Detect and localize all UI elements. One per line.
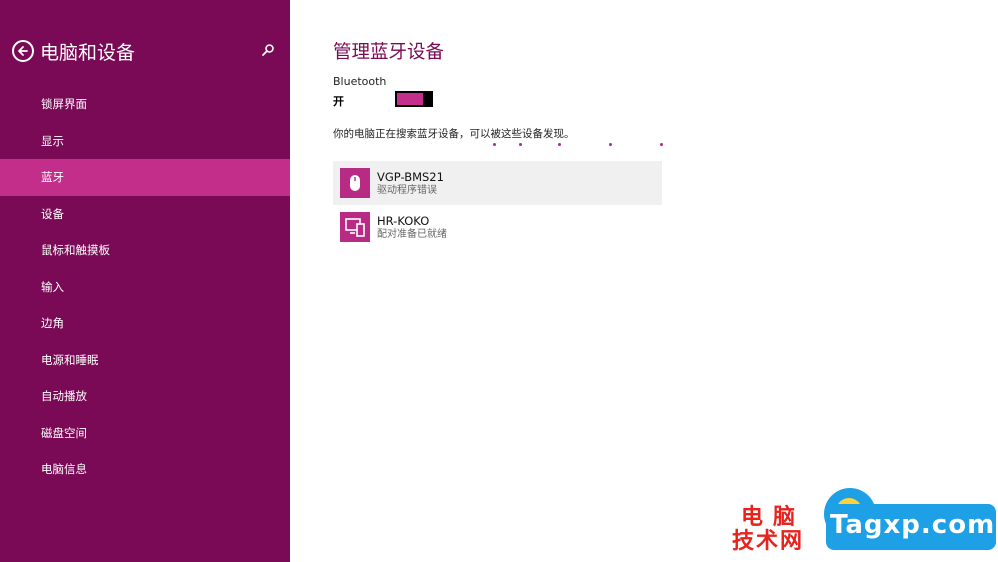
sidebar-title: 电脑和设备 <box>40 41 136 64</box>
sidebar-nav: 锁屏界面 显示 蓝牙 设备 鼠标和触摸板 输入 边角 电源和睡眠 自动播放 磁盘空间 电脑信息 <box>0 86 290 488</box>
device-status: 驱动程序错误 <box>377 184 437 196</box>
progress-dot <box>558 143 561 146</box>
progress-dot <box>493 143 496 146</box>
device-list: VGP-BMS21 驱动程序错误 HR-KOKO 配对准备已就绪 <box>333 161 662 249</box>
toggle-thumb[interactable] <box>423 91 433 107</box>
device-text: HR-KOKO 配对准备已就绪 <box>377 214 447 241</box>
device-name: HR-KOKO <box>377 213 430 228</box>
sidebar: 电脑和设备 锁屏界面 显示 蓝牙 设备 鼠标和触摸板 输入 边角 电源和睡眠 自动播放 磁盘空间电… <box>0 0 290 562</box>
back-button[interactable] <box>12 40 34 62</box>
phone-pc-icon <box>340 212 370 242</box>
sidebar-item-3[interactable]: 设备 <box>0 196 290 233</box>
progress-dot <box>519 143 522 146</box>
sidebar-item-9[interactable]: 磁盘空间 <box>0 415 290 452</box>
sidebar-item-0[interactable]: 锁屏界面 <box>0 86 290 123</box>
sidebar-item-2[interactable]: 蓝牙 <box>0 159 290 196</box>
sidebar-item-6[interactable]: 边角 <box>0 305 290 342</box>
sidebar-item-7[interactable]: 电源和睡眠 <box>0 342 290 379</box>
progress-dot <box>609 143 612 146</box>
page-title: 管理蓝牙设备 <box>333 42 445 63</box>
sidebar-header: 电脑和设备 <box>12 36 135 66</box>
bluetooth-state: 开 <box>333 95 344 108</box>
main-content: 管理蓝牙设备 Bluetooth 开 你的电脑正在搜索蓝牙设备，可以被这些设备发… <box>333 0 993 562</box>
bluetooth-toggle[interactable] <box>395 91 433 107</box>
device-status: 配对准备已就绪 <box>377 228 447 240</box>
watermark: 电脑 技术网 Tagxp.com <box>712 488 998 562</box>
search-message: 你的电脑正在搜索蓝牙设备，可以被这些设备发现。 <box>333 128 575 140</box>
search-icon <box>262 44 274 56</box>
progress-dot <box>660 143 663 146</box>
mouse-icon <box>340 168 370 198</box>
search-button[interactable] <box>260 42 276 58</box>
watermark-cn: 电脑 技术网 <box>712 506 824 554</box>
sidebar-item-4[interactable]: 鼠标和触摸板 <box>0 232 290 269</box>
watermark-cn-line2: 技术网 <box>731 529 804 554</box>
toggle-fill <box>397 93 423 105</box>
arrow-left-icon <box>18 46 28 56</box>
device-name: VGP-BMS21 <box>377 169 444 184</box>
bluetooth-label: Bluetooth <box>333 75 387 88</box>
watermark-site: Tagxp.com <box>830 510 996 540</box>
sidebar-item-10[interactable]: 电脑信息 <box>0 451 290 488</box>
device-text: VGP-BMS21 驱动程序错误 <box>377 170 444 197</box>
device-item[interactable]: VGP-BMS21 驱动程序错误 <box>333 161 662 205</box>
sidebar-item-1[interactable]: 显示 <box>0 123 290 160</box>
watermark-cn-line1: 电脑 <box>740 505 805 530</box>
device-item[interactable]: HR-KOKO 配对准备已就绪 <box>333 205 662 249</box>
sidebar-item-5[interactable]: 输入 <box>0 269 290 306</box>
sidebar-item-8[interactable]: 自动播放 <box>0 378 290 415</box>
progress-dots <box>333 143 663 147</box>
